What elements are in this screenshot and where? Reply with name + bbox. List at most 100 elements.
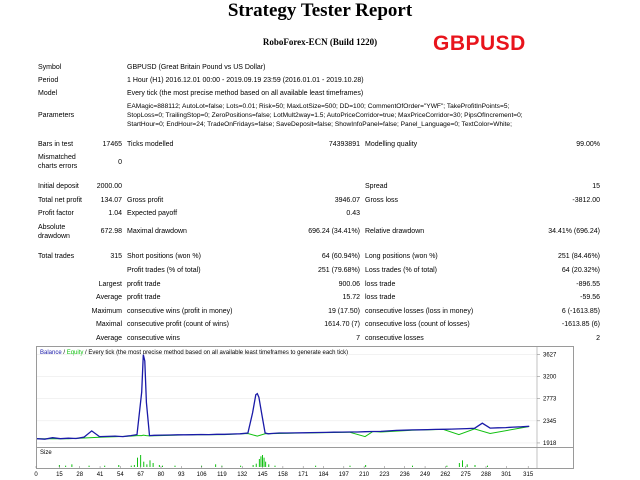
x-tick-label: 171: [298, 472, 309, 478]
profitfactor-value: 1.04: [108, 210, 122, 217]
period-value: 1 Hour (H1) 2016.12.01 00:00 - 2019.09.1…: [127, 77, 364, 84]
payoff-value: 0.43: [346, 210, 360, 217]
series-line-balance: [37, 354, 530, 440]
x-tick-label: 158: [278, 472, 289, 478]
avg-cl-value: 2: [596, 335, 600, 342]
ticks-value: 74393891: [328, 141, 360, 148]
profitfactor-label: Profit factor: [38, 210, 74, 217]
losstrades-label: Loss trades (% of total): [365, 267, 437, 274]
maximal-cp-value: 1614.70 (7): [324, 321, 360, 328]
reldd-value: 34.41% (696.24): [548, 228, 600, 235]
average-profit-label: profit trade: [127, 294, 161, 301]
short-label: Short positions (won %): [127, 253, 201, 260]
parameters-label: Parameters: [38, 112, 75, 119]
quality-label: Modelling quality: [365, 141, 418, 148]
x-tick-label: 184: [318, 472, 329, 478]
bars-value: 17465: [102, 141, 122, 148]
average-loss-value: -59.56: [580, 294, 600, 301]
avg-cl-label: consecutive losses: [365, 335, 424, 342]
losstrades-value: 64 (20.32%): [561, 267, 600, 274]
bars-label: Bars in test: [38, 141, 74, 148]
maxdd-label: Maximal drawdown: [127, 228, 187, 235]
parameters-line: StopLoss=0; TrailingStop=0; ZeroPosition…: [127, 112, 523, 119]
largest-loss-label: loss trade: [365, 281, 396, 288]
maxdd-value: 696.24 (34.41%): [308, 228, 360, 235]
trades-label: Total trades: [38, 253, 75, 260]
balance-chart: Balance / Equity / Every tick (the most …: [36, 346, 574, 448]
maximal-cp-label: consecutive profit (count of wins): [127, 321, 229, 328]
trades-value: 315: [110, 253, 122, 260]
x-axis: 0 15 28 41 54 67 80 93 106 119 132 145 158 171 184 197 2…: [34, 466, 534, 478]
largest-loss-value: -896.55: [576, 281, 600, 288]
report-subtitle: RoboForex-ECN (Build 1220): [262, 37, 378, 47]
average2-label: Average: [96, 335, 122, 342]
x-tick-label: 67: [137, 472, 144, 478]
x-tick-label: 197: [339, 472, 350, 478]
x-tick-label: 28: [76, 472, 83, 478]
symbol-badge: GBPUSD: [433, 32, 526, 55]
grossloss-label: Gross loss: [365, 197, 399, 204]
size-plot: [58, 448, 538, 468]
short-value: 64 (60.94%): [321, 253, 360, 260]
report-title: Strategy Tester Report: [227, 0, 413, 21]
long-value: 251 (84.46%): [557, 253, 600, 260]
x-tick-label: 80: [158, 472, 165, 478]
avg-cw-value: 7: [356, 335, 360, 342]
payoff-label: Expected payoff: [127, 210, 178, 217]
ticks-label: Ticks modelled: [127, 141, 174, 148]
x-tick-label: 288: [481, 472, 492, 478]
x-tick-label: 106: [197, 472, 208, 478]
x-tick-label: 41: [97, 472, 104, 478]
reldd-label: Relative drawdown: [365, 228, 425, 235]
model-label: Model: [38, 90, 58, 97]
mismatched-label: charts errors: [38, 163, 78, 170]
largest-profit-label: profit trade: [127, 281, 161, 288]
deposit-value: 2000.00: [96, 183, 122, 190]
average-profit-value: 15.72: [342, 294, 360, 301]
y-tick-label: 3627: [543, 352, 557, 358]
mismatched-label: Mismatched: [38, 154, 76, 161]
maximal-cl-value: -1613.85 (6): [561, 321, 600, 328]
profittrades-value: 251 (79.68%): [317, 267, 360, 274]
maximal-cl-label: consecutive loss (count of losses): [365, 321, 470, 328]
x-tick-label: 0: [34, 472, 38, 478]
netprofit-value: 134.07: [100, 197, 122, 204]
average-loss-label: loss trade: [365, 294, 396, 301]
avg-cw-label: consecutive wins: [127, 335, 180, 342]
parameters-line: StartHour=0; EndHour=24; TradeOnFridays=…: [127, 121, 512, 128]
period-label: Period: [38, 77, 59, 84]
balance-plot: 19182345277332003627: [37, 347, 557, 447]
quality-value: 99.00%: [576, 141, 600, 148]
y-tick-label: 2345: [543, 419, 557, 425]
x-tick-label: 223: [379, 472, 390, 478]
grossprofit-label: Gross profit: [127, 197, 164, 204]
max-cw-label: consecutive wins (profit in money): [127, 308, 233, 315]
x-tick-label: 54: [117, 472, 124, 478]
spread-value: 15: [592, 183, 600, 190]
x-tick-label: 132: [237, 472, 248, 478]
profittrades-label: Profit trades (% of total): [127, 267, 201, 274]
x-tick-label: 119: [217, 472, 227, 478]
deposit-label: Initial deposit: [38, 183, 79, 190]
grossloss-value: -3812.00: [572, 197, 600, 204]
netprofit-label: Total net profit: [38, 197, 82, 204]
x-tick-label: 236: [400, 472, 411, 478]
max-cl-label: consecutive losses (loss in money): [365, 308, 474, 315]
max-cl-value: 6 (-1613.85): [561, 308, 600, 315]
symbol-label: Symbol: [38, 64, 62, 71]
max-cw-value: 19 (17.50): [328, 308, 360, 315]
average-label: Average: [96, 294, 122, 301]
x-tick-label: 301: [501, 472, 512, 478]
model-value: Every tick (the most precise method base…: [127, 90, 364, 97]
absdd-label: drawdown: [38, 233, 70, 240]
spread-label: Spread: [365, 183, 388, 190]
largest-profit-value: 900.06: [338, 281, 360, 288]
x-tick-label: 262: [440, 472, 451, 478]
parameters-line: EAMagic=888112; AutoLot=false; Lots=0.01…: [127, 103, 510, 110]
largest-label: Largest: [98, 281, 122, 288]
x-tick-label: 249: [420, 472, 431, 478]
x-tick-label: 210: [359, 472, 370, 478]
absdd-label: Absolute: [38, 224, 66, 231]
maximum-label: Maximum: [91, 308, 122, 315]
x-tick-label: 93: [178, 472, 185, 478]
